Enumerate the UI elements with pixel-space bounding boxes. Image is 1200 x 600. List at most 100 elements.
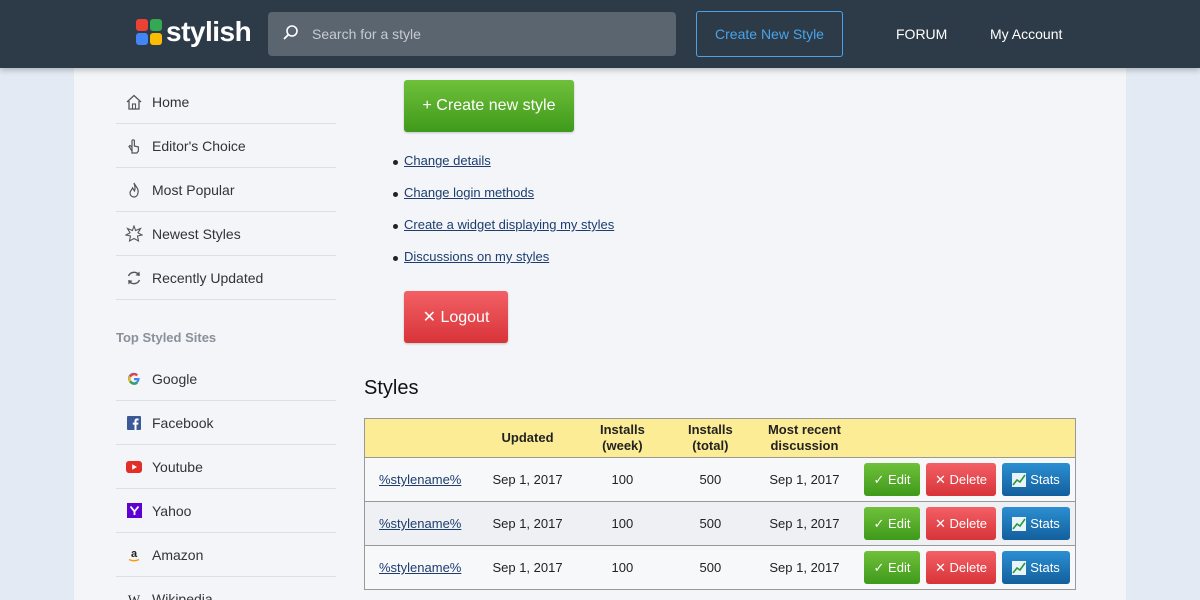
styles-table: Updated Installs (week) Installs (total) M… bbox=[364, 418, 1076, 590]
google-icon bbox=[125, 370, 143, 388]
style-name-link[interactable]: %stylename% bbox=[379, 472, 461, 487]
edit-button[interactable]: ✓ Edit bbox=[864, 507, 920, 540]
table-row: %stylename% Sep 1, 2017 100 500 Sep 1, 2… bbox=[364, 545, 1076, 590]
actions-group: ✓ Edit ✕ Delete Stats bbox=[858, 463, 1075, 496]
delete-button[interactable]: ✕ Delete bbox=[926, 551, 996, 584]
search-icon bbox=[283, 25, 298, 40]
search-box[interactable] bbox=[268, 12, 676, 56]
top-navbar: stylish Create New Style FORUM My Accoun… bbox=[0, 0, 1200, 68]
sidebar-item-label: Google bbox=[152, 370, 198, 387]
stats-label: Stats bbox=[1030, 560, 1060, 575]
style-name-cell: %stylename% bbox=[364, 457, 481, 502]
facebook-icon bbox=[125, 414, 143, 432]
table-row: %stylename% Sep 1, 2017 100 500 Sep 1, 2… bbox=[364, 457, 1076, 502]
recent-discussion-cell: Sep 1, 2017 bbox=[750, 545, 858, 590]
sparkle-icon bbox=[125, 224, 143, 243]
logo-text: stylish bbox=[166, 16, 252, 47]
amazon-icon: a bbox=[125, 546, 143, 564]
change-login-methods-link[interactable]: Change login methods bbox=[404, 185, 534, 200]
sidebar-item-home[interactable]: Home bbox=[116, 80, 336, 124]
sidebar-item-editors-choice[interactable]: Editor's Choice bbox=[116, 124, 336, 168]
sidebar-item-label: Home bbox=[152, 93, 190, 110]
account-links-list: Change details Change login methods Crea… bbox=[392, 153, 614, 281]
hand-pointer-icon bbox=[125, 137, 143, 155]
actions-group: ✓ Edit ✕ Delete Stats bbox=[858, 551, 1075, 584]
style-name-link[interactable]: %stylename% bbox=[379, 516, 461, 531]
header-line: Most recent bbox=[767, 422, 841, 437]
sidebar-item-label: Editor's Choice bbox=[152, 137, 246, 154]
sidebar-site-amazon[interactable]: a Amazon bbox=[116, 533, 336, 577]
sidebar-site-wikipedia[interactable]: W Wikipedia bbox=[116, 577, 336, 600]
stats-label: Stats bbox=[1030, 516, 1060, 531]
installs-total-cell: 500 bbox=[669, 457, 751, 502]
delete-button[interactable]: ✕ Delete bbox=[926, 507, 996, 540]
table-row: %stylename% Sep 1, 2017 100 500 Sep 1, 2… bbox=[364, 501, 1076, 546]
list-item: Create a widget displaying my styles bbox=[392, 217, 614, 249]
list-item: Change details bbox=[392, 153, 614, 185]
logout-button[interactable]: ✕ Logout bbox=[404, 291, 508, 343]
sidebar-item-label: Amazon bbox=[152, 546, 204, 563]
installs-total-cell: 500 bbox=[669, 501, 751, 546]
youtube-icon bbox=[125, 458, 143, 476]
style-name-link[interactable]: %stylename% bbox=[379, 560, 461, 575]
sidebar-item-most-popular[interactable]: Most Popular bbox=[116, 168, 336, 212]
delete-button[interactable]: ✕ Delete bbox=[926, 463, 996, 496]
svg-text:W: W bbox=[128, 592, 141, 600]
col-header-name bbox=[364, 418, 481, 458]
recent-discussion-cell: Sep 1, 2017 bbox=[750, 457, 858, 502]
discussions-link[interactable]: Discussions on my styles bbox=[404, 249, 549, 264]
edit-button[interactable]: ✓ Edit bbox=[864, 551, 920, 584]
svg-text:a: a bbox=[131, 548, 138, 560]
sidebar-item-label: Facebook bbox=[152, 414, 214, 431]
list-item: Discussions on my styles bbox=[392, 249, 614, 281]
header-line: discussion bbox=[770, 438, 839, 453]
chart-icon bbox=[1012, 516, 1027, 531]
header-line: Installs bbox=[600, 422, 645, 437]
sidebar-item-label: Newest Styles bbox=[152, 225, 241, 242]
sidebar-site-yahoo[interactable]: Yahoo bbox=[116, 489, 336, 533]
sidebar-item-newest-styles[interactable]: Newest Styles bbox=[116, 212, 336, 256]
home-icon bbox=[125, 93, 143, 111]
stats-label: Stats bbox=[1030, 472, 1060, 487]
actions-cell: ✓ Edit ✕ Delete Stats bbox=[857, 501, 1076, 546]
header-line: (week) bbox=[602, 438, 643, 453]
yahoo-icon bbox=[125, 502, 143, 520]
sidebar-item-label: Recently Updated bbox=[152, 269, 264, 286]
forum-link[interactable]: FORUM bbox=[896, 26, 947, 42]
create-new-style-main-button[interactable]: + Create new style bbox=[404, 80, 574, 132]
sidebar-site-google[interactable]: Google bbox=[116, 357, 336, 401]
stats-button[interactable]: Stats bbox=[1002, 551, 1070, 584]
wikipedia-icon: W bbox=[125, 590, 143, 600]
refresh-icon bbox=[125, 269, 143, 287]
sidebar-item-recently-updated[interactable]: Recently Updated bbox=[116, 256, 336, 300]
chart-icon bbox=[1012, 560, 1027, 575]
stats-button[interactable]: Stats bbox=[1002, 463, 1070, 496]
list-item: Change login methods bbox=[392, 185, 614, 217]
stylish-logo[interactable]: stylish bbox=[136, 16, 252, 47]
my-account-link[interactable]: My Account bbox=[990, 26, 1062, 42]
change-details-link[interactable]: Change details bbox=[404, 153, 491, 168]
create-new-style-button[interactable]: Create New Style bbox=[696, 11, 843, 57]
sidebar-site-facebook[interactable]: Facebook bbox=[116, 401, 336, 445]
create-widget-link[interactable]: Create a widget displaying my styles bbox=[404, 217, 614, 232]
actions-cell: ✓ Edit ✕ Delete Stats bbox=[857, 457, 1076, 502]
logo-mark-icon bbox=[136, 19, 162, 45]
style-name-cell: %stylename% bbox=[364, 501, 481, 546]
sidebar-site-youtube[interactable]: Youtube bbox=[116, 445, 336, 489]
sidebar-item-label: Wikipedia bbox=[152, 590, 213, 600]
sidebar-item-label: Youtube bbox=[152, 458, 203, 475]
search-input[interactable] bbox=[312, 12, 662, 56]
col-header-installs-week: Installs (week) bbox=[575, 418, 670, 458]
sidebar-item-label: Yahoo bbox=[152, 502, 192, 519]
top-styled-sites-heading: Top Styled Sites bbox=[116, 330, 217, 345]
edit-button[interactable]: ✓ Edit bbox=[864, 463, 920, 496]
chart-icon bbox=[1012, 472, 1027, 487]
style-name-cell: %stylename% bbox=[364, 545, 481, 590]
stats-button[interactable]: Stats bbox=[1002, 507, 1070, 540]
sidebar-item-label: Most Popular bbox=[152, 181, 235, 198]
actions-group: ✓ Edit ✕ Delete Stats bbox=[858, 507, 1075, 540]
col-header-recent-discussion: Most recent discussion bbox=[750, 418, 858, 458]
flame-icon bbox=[125, 181, 143, 199]
styles-heading: Styles bbox=[364, 377, 419, 399]
col-header-updated: Updated bbox=[480, 418, 575, 458]
